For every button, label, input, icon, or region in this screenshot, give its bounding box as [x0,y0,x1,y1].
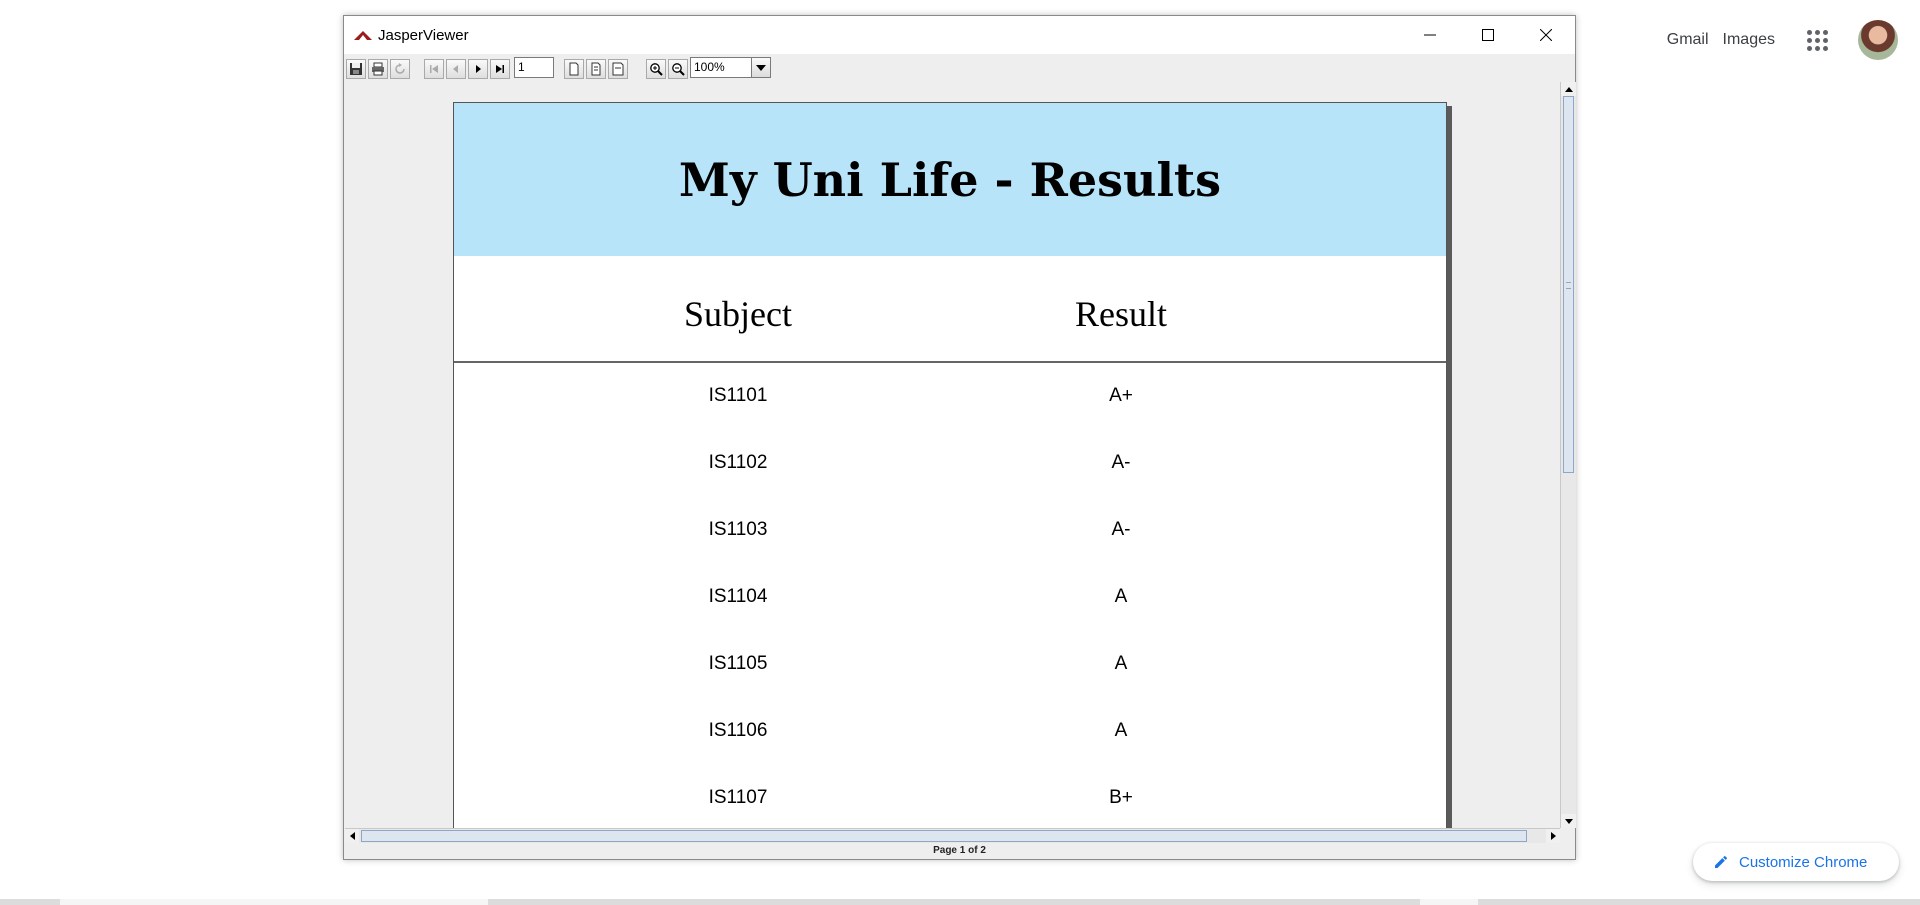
last-page-button[interactable] [490,59,510,79]
maximize-button[interactable] [1459,16,1517,54]
subject-cell: IS1105 [708,653,768,674]
subject-cell: IS1103 [708,519,768,540]
google-apps-icon[interactable] [1807,29,1828,51]
gmail-link[interactable]: Gmail [1667,31,1709,49]
page-number-input[interactable]: 1 [514,57,554,78]
taskbar-strip [0,899,1920,905]
maximize-icon [1482,29,1494,41]
images-link[interactable]: Images [1723,31,1775,49]
result-cell: B+ [1109,787,1133,808]
actual-size-button[interactable] [564,59,584,79]
jasperviewer-window: JasperViewer 1 100% My Uni Life - Result… [343,15,1576,860]
scroll-down-arrow-icon[interactable] [1561,814,1576,828]
vertical-scroll-thumb[interactable] [1563,96,1574,473]
close-icon [1540,29,1552,41]
result-cell: A [1114,720,1128,741]
subject-cell: IS1106 [708,720,768,741]
customize-chrome-button[interactable]: Customize Chrome [1693,843,1899,881]
scroll-up-arrow-icon[interactable] [1561,82,1576,96]
avatar[interactable] [1858,20,1898,60]
reload-button[interactable] [390,59,410,79]
customize-chrome-label: Customize Chrome [1739,853,1868,871]
zoom-out-icon [672,63,685,76]
chrome-top-links: Gmail Images [1667,20,1898,60]
scroll-right-arrow-icon[interactable] [1546,829,1560,843]
first-page-icon [430,65,438,73]
zoom-in-icon [650,63,663,76]
print-button[interactable] [368,59,388,79]
result-cell: A+ [1109,385,1133,406]
report-header: My Uni Life - Results [454,103,1446,256]
close-button[interactable] [1517,16,1575,54]
minimize-button[interactable] [1401,16,1459,54]
dropdown-arrow-icon [756,64,766,71]
result-cell: A [1114,653,1128,674]
window-titlebar[interactable]: JasperViewer [344,16,1575,54]
first-page-button[interactable] [424,59,444,79]
result-cell: A [1114,586,1128,607]
header-divider [454,361,1446,363]
save-icon [350,63,362,75]
zoom-in-button[interactable] [646,59,666,79]
report-page: My Uni Life - Results Subject Result IS1… [453,102,1447,828]
zoom-dropdown-button[interactable] [751,57,771,78]
scroll-left-arrow-icon[interactable] [345,829,359,843]
actual-size-icon [569,62,579,76]
result-cell: A- [1111,452,1131,473]
zoom-out-button[interactable] [668,59,688,79]
previous-page-icon [453,65,458,73]
subject-cell: IS1104 [708,586,768,607]
print-icon [372,62,384,76]
next-page-button[interactable] [468,59,488,79]
report-title: My Uni Life - Results [678,152,1222,207]
previous-page-button[interactable] [446,59,466,79]
fit-page-button[interactable] [586,59,606,79]
subject-cell: IS1107 [708,787,768,808]
fit-page-icon [591,62,601,76]
pencil-icon [1715,855,1728,868]
window-title: JasperViewer [378,26,469,44]
jasper-logo-icon [354,31,372,40]
column-header-result: Result [1074,294,1168,334]
page-status: Page 1 of 2 [344,843,1575,859]
horizontal-scroll-thumb[interactable] [361,830,1527,842]
next-page-icon [476,65,481,73]
save-button[interactable] [346,59,366,79]
report-viewport[interactable]: My Uni Life - Results Subject Result IS1… [345,82,1560,828]
column-header-subject: Subject [684,294,792,334]
last-page-icon [496,65,504,73]
vertical-scrollbar[interactable] [1560,82,1576,828]
reload-icon [395,63,405,74]
fit-width-icon [612,62,624,76]
fit-width-button[interactable] [608,59,628,79]
minimize-icon [1424,34,1436,36]
subject-cell: IS1101 [708,385,768,406]
horizontal-scrollbar[interactable] [345,828,1560,843]
subject-cell: IS1102 [708,452,768,473]
zoom-input[interactable]: 100% [690,57,752,78]
result-cell: A- [1111,519,1131,540]
